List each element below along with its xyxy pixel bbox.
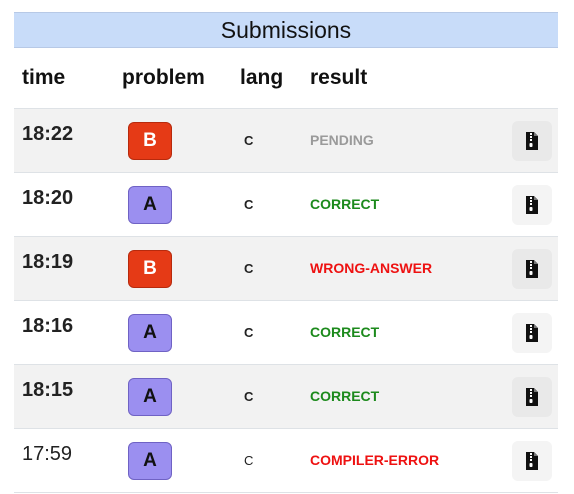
table-row[interactable]: 18:19 B C WRONG-ANSWER (14, 237, 558, 301)
table-header: time problem lang result (14, 48, 558, 109)
download-submission-button[interactable] (512, 248, 552, 289)
download-submission-button[interactable] (512, 440, 552, 481)
download-submission-button[interactable] (512, 312, 552, 353)
table-row[interactable]: 18:20 A C CORRECT (14, 173, 558, 237)
table-row[interactable]: 17:59 A C COMPILER-ERROR (14, 429, 558, 493)
table-row[interactable]: 18:16 A C CORRECT (14, 301, 558, 365)
zip-file-icon (526, 451, 538, 470)
zip-file-icon (526, 323, 538, 342)
submission-result: COMPILER-ERROR (310, 451, 440, 468)
submission-time: 17:59 (22, 443, 73, 465)
problem-badge[interactable]: A (128, 441, 172, 480)
table-row[interactable]: 18:15 A C CORRECT (14, 365, 558, 429)
problem-badge[interactable]: B (128, 121, 172, 160)
problem-badge[interactable]: A (128, 313, 172, 352)
submissions-panel: Submissions time problem lang result 18:… (14, 12, 558, 493)
submission-lang: C (244, 260, 254, 276)
column-header-problem: problem (122, 66, 205, 89)
column-header-lang: lang (240, 66, 284, 89)
submission-time: 18:19 (22, 251, 74, 273)
submission-result: CORRECT (310, 387, 380, 404)
submission-lang: C (244, 324, 254, 340)
submission-time: 18:22 (22, 123, 74, 145)
submission-result: WRONG-ANSWER (310, 259, 433, 276)
panel-title: Submissions (14, 12, 558, 48)
zip-file-icon (526, 387, 538, 406)
problem-badge[interactable]: B (128, 249, 172, 288)
submission-time: 18:15 (22, 379, 74, 401)
zip-file-icon (526, 195, 538, 214)
submission-lang: C (244, 196, 254, 212)
submission-lang: C (244, 452, 254, 468)
download-submission-button[interactable] (512, 376, 552, 417)
download-submission-button[interactable] (512, 120, 552, 161)
column-header-result: result (310, 66, 368, 89)
submission-time: 18:16 (22, 315, 74, 337)
table-row[interactable]: 18:22 B C PENDING (14, 109, 558, 173)
submission-time: 18:20 (22, 187, 74, 209)
zip-file-icon (526, 259, 538, 278)
submission-lang: C (244, 388, 254, 404)
submission-lang: C (244, 132, 254, 148)
submission-result: CORRECT (310, 323, 380, 340)
submission-result: CORRECT (310, 195, 380, 212)
zip-file-icon (526, 131, 538, 150)
panel-title-text: Submissions (220, 16, 352, 43)
problem-badge[interactable]: A (128, 185, 172, 224)
column-header-time: time (22, 66, 66, 89)
submission-result: PENDING (310, 131, 374, 148)
problem-badge[interactable]: A (128, 377, 172, 416)
download-submission-button[interactable] (512, 184, 552, 225)
